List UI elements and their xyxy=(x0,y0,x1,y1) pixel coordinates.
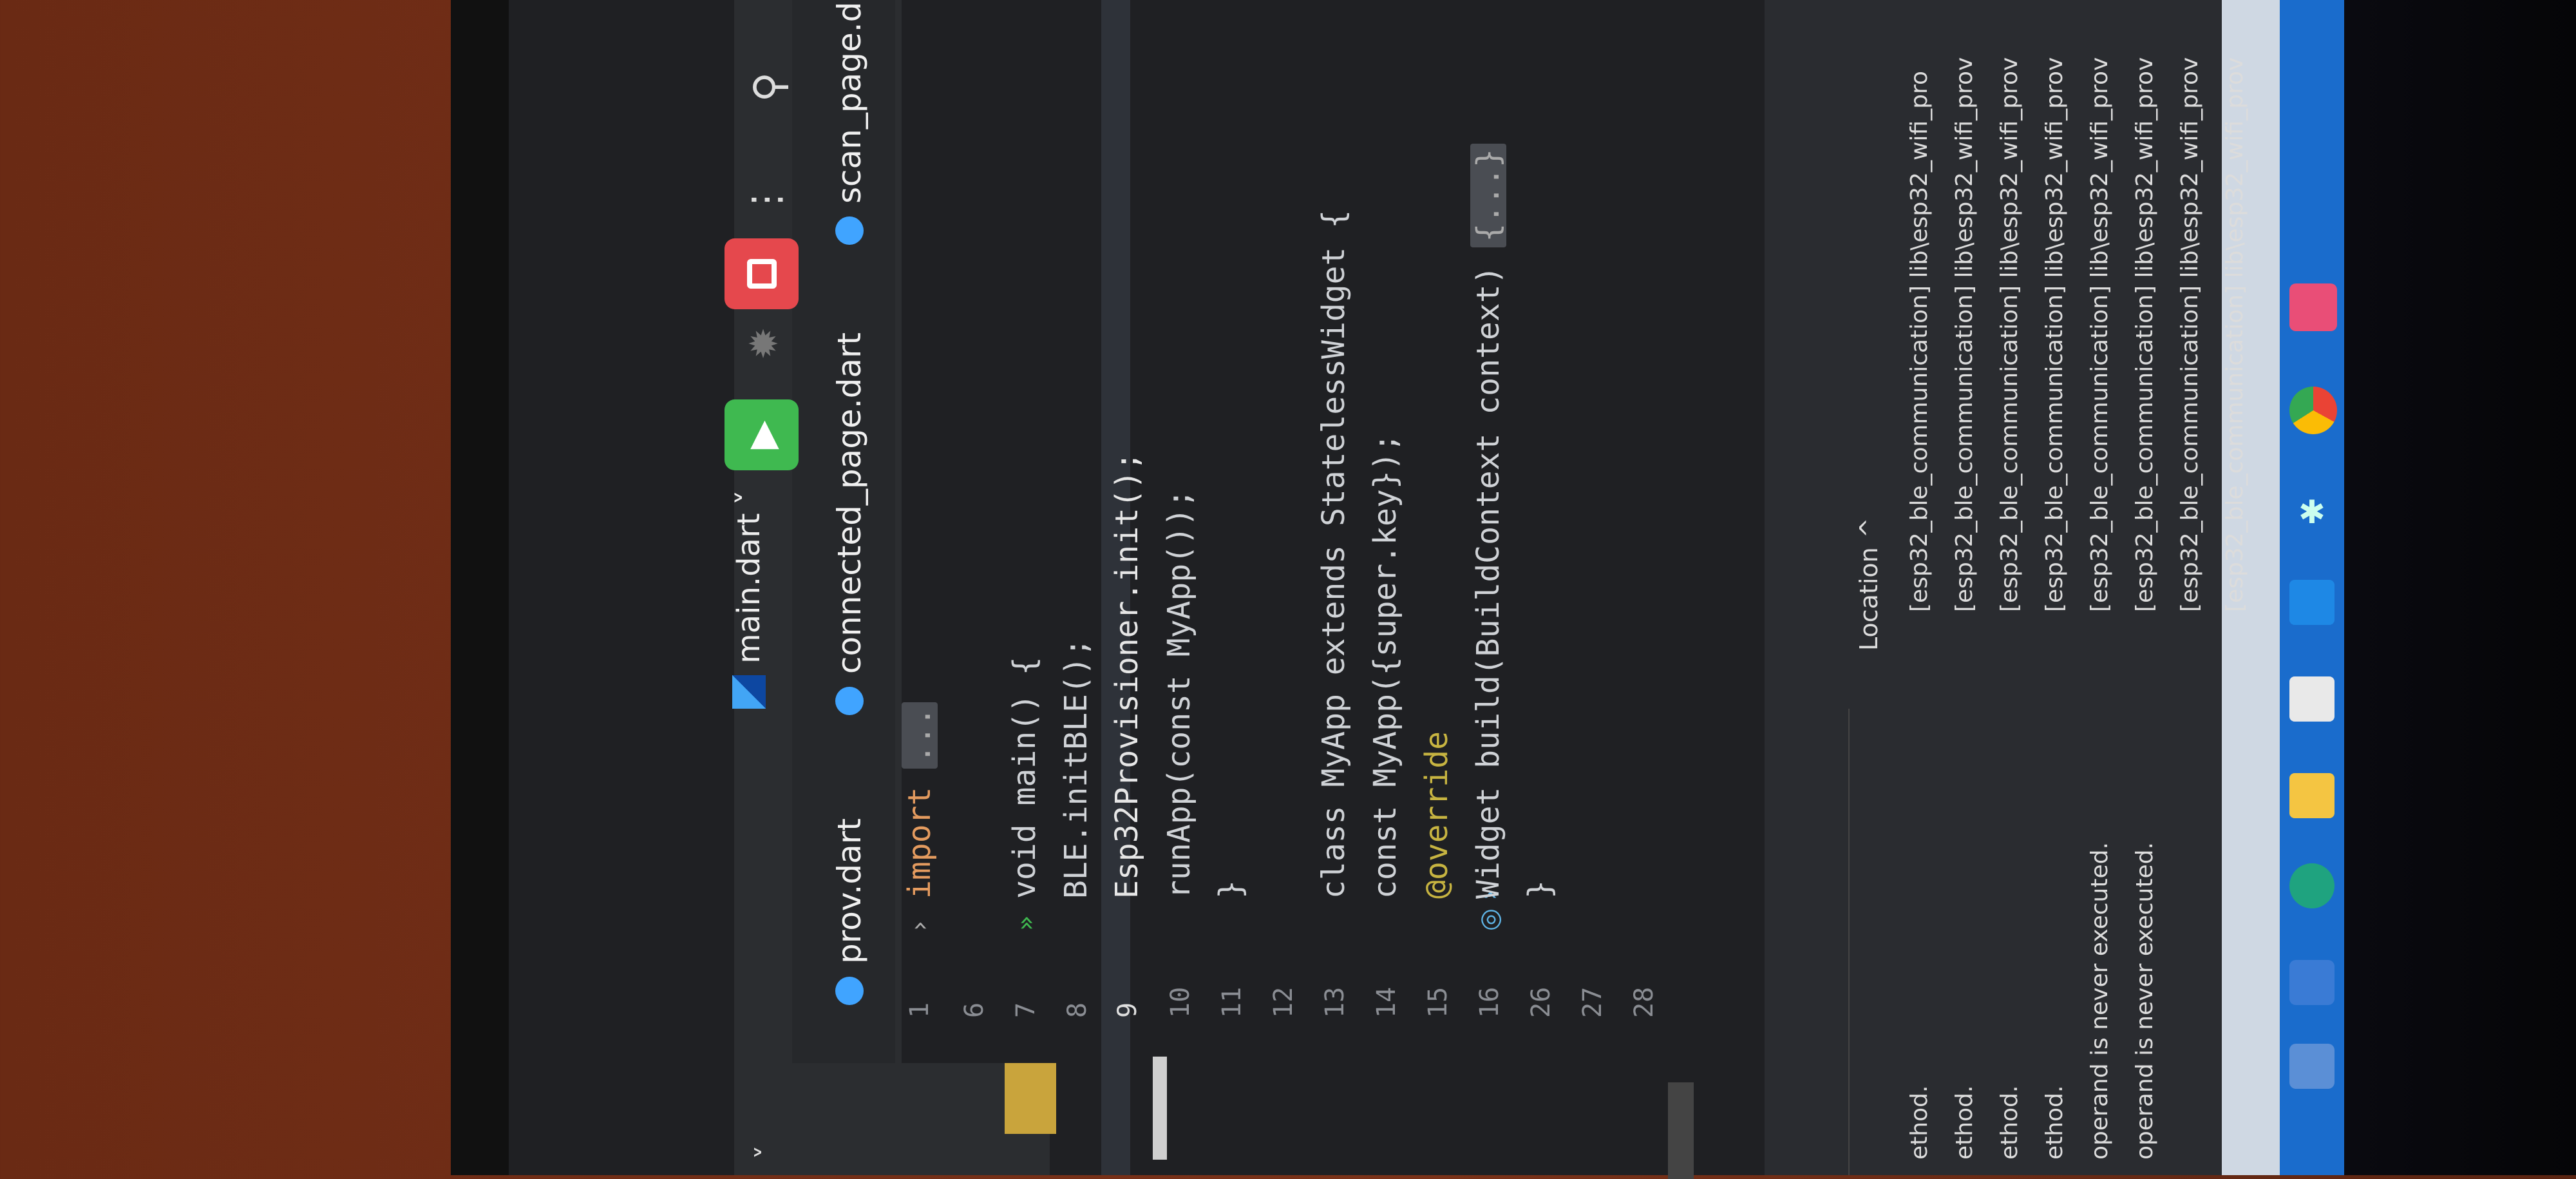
tab-label: prov.dart xyxy=(831,818,868,964)
code-line: BLE.initBLE(); xyxy=(1058,638,1094,899)
more-actions-button[interactable]: ⋮ xyxy=(741,174,792,225)
dart-file-icon xyxy=(835,687,864,715)
line-number: 10 xyxy=(1166,986,1195,1018)
tab-label: connected_page.dart xyxy=(831,332,868,674)
code-keyword: import xyxy=(902,787,938,899)
problems-panel xyxy=(1835,0,2222,1175)
location-column-header[interactable]: Location ^ xyxy=(1855,517,1883,651)
line-number: 1 xyxy=(905,1002,934,1018)
file-explorer-icon[interactable] xyxy=(2289,773,2334,818)
problem-message[interactable]: operand is never executed. xyxy=(2132,842,2158,1160)
code-line: void main() { xyxy=(1007,657,1043,899)
code-line: const MyApp({super.key}); xyxy=(1367,433,1403,899)
stop-icon xyxy=(746,259,777,289)
problem-location[interactable]: [esp32_ble_communication] lib\esp32_wifi… xyxy=(2132,57,2158,612)
problem-location[interactable]: [esp32_ble_communication] lib\esp32_wifi… xyxy=(2222,57,2248,612)
bluetooth-icon[interactable]: ✱ xyxy=(2289,490,2334,535)
debug-button[interactable]: ✹ xyxy=(734,316,792,374)
line-number: 6 xyxy=(960,1002,989,1018)
stop-button[interactable] xyxy=(724,238,799,309)
problem-location[interactable]: [esp32_ble_communication] lib\esp32_wifi… xyxy=(1906,71,1933,612)
taskbar-app-icon[interactable] xyxy=(2289,960,2334,1005)
account-button[interactable]: ⚲ xyxy=(741,58,799,116)
run-configuration-label: main.dart xyxy=(731,513,767,664)
bug-icon: ✹ xyxy=(746,322,780,367)
code-line-current: Esp32Provisioner.init(); xyxy=(1109,452,1145,899)
chevron-down-icon: ˅ xyxy=(731,490,767,506)
problems-divider xyxy=(1848,709,1850,1175)
run-configuration-selector[interactable]: main.dart ˅ xyxy=(731,490,767,709)
line-number: 28 xyxy=(1629,986,1659,1018)
taskbar-app-icon[interactable] xyxy=(2289,283,2337,331)
chrome-icon[interactable] xyxy=(2289,387,2337,434)
line-number-current: 9 xyxy=(1113,1002,1142,1018)
line-number: 11 xyxy=(1217,986,1247,1018)
vcs-change-marker xyxy=(1005,1063,1056,1134)
code-text: Widget build(BuildContext context) xyxy=(1470,265,1506,899)
problem-location[interactable]: [esp32_ble_communication] lib\esp32_wifi… xyxy=(1951,57,1978,612)
flutter-icon xyxy=(732,675,766,709)
code-line: runApp(const MyApp()); xyxy=(1161,489,1197,899)
location-header-label: Location xyxy=(1855,547,1883,651)
problems-gap xyxy=(1765,0,1835,1175)
problem-message[interactable]: ethod. xyxy=(1951,1086,1978,1160)
line-number: 15 xyxy=(1423,986,1453,1018)
dart-file-icon xyxy=(835,216,864,245)
problem-location[interactable]: [esp32_ble_communication] lib\esp32_wifi… xyxy=(2087,57,2113,612)
scroll-marker xyxy=(1153,1057,1167,1160)
edge-browser-icon[interactable] xyxy=(2289,863,2334,908)
run-button[interactable]: ▶ xyxy=(724,399,799,470)
add-user-icon: ⚲ xyxy=(746,72,793,102)
problem-message[interactable]: ethod. xyxy=(1996,1086,2023,1160)
line-number: 14 xyxy=(1372,986,1401,1018)
line-number: 16 xyxy=(1475,986,1504,1018)
window-menu-chevron[interactable]: ˅ xyxy=(750,1145,785,1160)
tab-prov-dart[interactable]: prov.dart xyxy=(831,818,868,1005)
dart-file-icon xyxy=(835,977,864,1005)
code-line: @override xyxy=(1419,731,1455,899)
line-number: 27 xyxy=(1578,986,1607,1018)
fold-placeholder[interactable]: ... xyxy=(902,702,938,769)
tab-scan-page-dart[interactable]: scan_page.dar xyxy=(831,0,868,245)
problem-location[interactable]: [esp32_ble_communication] lib\esp32_wifi… xyxy=(1996,57,2023,612)
line-number: 7 xyxy=(1011,1002,1041,1018)
fold-placeholder[interactable]: {...} xyxy=(1470,144,1506,247)
tab-connected-page-dart[interactable]: connected_page.dart xyxy=(831,332,868,715)
line-number: 26 xyxy=(1526,986,1556,1018)
taskbar-app-icon[interactable] xyxy=(2289,1044,2334,1089)
panel-scroll-thumb[interactable] xyxy=(1668,1082,1694,1179)
more-vertical-icon: ⋮ xyxy=(744,180,789,219)
problem-message[interactable]: ethod. xyxy=(1906,1086,1933,1160)
sort-arrow-icon: ^ xyxy=(1855,517,1883,539)
line-number: 13 xyxy=(1320,986,1350,1018)
fold-arrow-icon[interactable]: › xyxy=(905,921,934,931)
problem-location[interactable]: [esp32_ble_communication] lib\esp32_wifi… xyxy=(2177,57,2203,612)
problem-location[interactable]: [esp32_ble_communication] lib\esp32_wifi… xyxy=(2041,57,2068,612)
store-icon[interactable] xyxy=(2289,676,2334,722)
code-line: } xyxy=(1522,880,1558,899)
line-number: 8 xyxy=(1063,1002,1092,1018)
mail-icon[interactable] xyxy=(2289,580,2334,625)
problem-message[interactable]: ethod. xyxy=(2041,1086,2068,1160)
code-line: Widget build(BuildContext context) {...} xyxy=(1470,144,1506,899)
problem-message[interactable]: operand is never executed. xyxy=(2087,842,2113,1160)
code-line: class MyApp extends StatelessWidget { xyxy=(1316,209,1352,899)
tab-label: scan_page.dar xyxy=(831,0,868,204)
code-line: import ... xyxy=(902,702,938,899)
run-icon: ▶ xyxy=(739,420,784,450)
line-number: 12 xyxy=(1269,986,1298,1018)
code-line: } xyxy=(1213,880,1249,899)
run-gutter-icon[interactable]: » xyxy=(1011,915,1041,931)
